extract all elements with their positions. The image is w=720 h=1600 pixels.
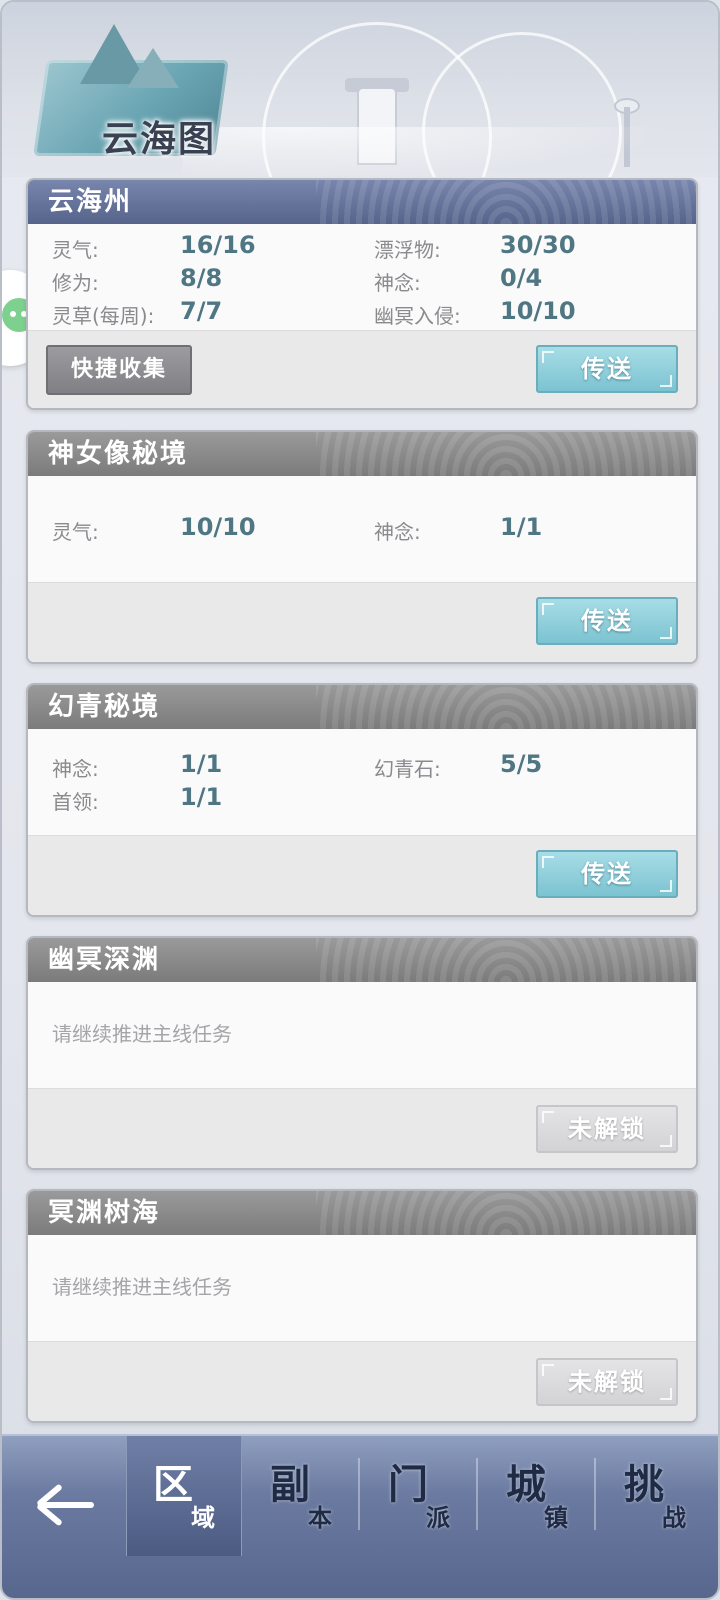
stat-value: 10/10 [500, 297, 576, 325]
nav-tab-challenge[interactable]: 挑 战 [598, 1436, 714, 1556]
corner-ornament [542, 351, 554, 363]
region-card-huanqing: 幻青秘境 神念: 1/1 幻青石: 5/5 首领: 1/1 传送 [26, 683, 698, 917]
stat-value: 16/16 [180, 231, 256, 259]
teleport-button[interactable]: 传送 [536, 345, 678, 393]
stat-value: 8/8 [180, 264, 223, 292]
card-footer: 未解锁 [28, 1341, 696, 1421]
nav-tab-sub-char: 镇 [544, 1503, 568, 1532]
locked-button[interactable]: 未解锁 [536, 1358, 678, 1406]
nav-tab-main-char: 城 [506, 1461, 546, 1508]
corner-ornament [542, 856, 554, 868]
stat-value: 1/1 [180, 750, 223, 778]
stat-label: 灵草(每周): [52, 304, 155, 328]
stat-label: 灵气: [52, 238, 99, 262]
card-body: 灵气: 16/16 漂浮物: 30/30 修为: 8/8 神念: 0/4 灵草(… [28, 224, 696, 330]
nav-divider [476, 1458, 478, 1530]
stat-label: 幽冥入侵: [374, 304, 461, 328]
corner-ornament [660, 1388, 672, 1400]
nav-tab-region[interactable]: 区 域 [126, 1436, 242, 1556]
page-title: 云海图 [102, 118, 217, 160]
stat-value: 1/1 [180, 783, 223, 811]
back-arrow-icon[interactable] [32, 1476, 102, 1536]
teleport-button-label: 传送 [581, 860, 633, 888]
nav-tab-sub-char: 域 [191, 1503, 215, 1532]
nav-tab-sub-char: 派 [426, 1503, 450, 1532]
nav-tab-main-char: 门 [388, 1461, 428, 1508]
nav-tab-main-char: 挑 [624, 1461, 664, 1508]
nav-tab-sub-char: 本 [308, 1503, 332, 1532]
card-footer: 未解锁 [28, 1088, 696, 1168]
locked-hint: 请继续推进主线任务 [52, 1022, 232, 1046]
teleport-button-label: 传送 [581, 607, 633, 635]
quick-collect-button[interactable]: 快捷收集 [46, 345, 192, 395]
card-title: 神女像秘境 [28, 432, 696, 476]
corner-ornament [660, 880, 672, 892]
stat-label: 幻青石: [374, 757, 441, 781]
locked-hint: 请继续推进主线任务 [52, 1275, 232, 1299]
card-title: 冥渊树海 [28, 1191, 696, 1235]
card-title: 幻青秘境 [28, 685, 696, 729]
stat-value: 30/30 [500, 231, 576, 259]
corner-ornament [542, 603, 554, 615]
region-map-page: 云海图 云海州 灵气: 16/16 漂浮物: 30/30 修为: 8/8 神念:… [0, 0, 720, 1600]
header-banner: 云海图 [2, 2, 718, 177]
stat-label: 神念: [374, 271, 421, 295]
stat-value: 0/4 [500, 264, 543, 292]
card-title: 幽冥深渊 [28, 938, 696, 982]
corner-ornament [542, 1111, 554, 1123]
cloud-decor [182, 127, 718, 177]
stat-value: 10/10 [180, 513, 256, 541]
bottom-nav: 区 域 副 本 门 派 城 镇 挑 战 [2, 1434, 718, 1598]
region-card-shennvxiang: 神女像秘境 灵气: 10/10 神念: 1/1 传送 [26, 430, 698, 664]
locked-button-label: 未解锁 [568, 1115, 646, 1143]
stat-label: 漂浮物: [374, 238, 441, 262]
nav-tab-sub-char: 战 [662, 1503, 686, 1532]
nav-divider [358, 1458, 360, 1530]
locked-button[interactable]: 未解锁 [536, 1105, 678, 1153]
region-card-mingyuanshuhai: 冥渊树海 请继续推进主线任务 未解锁 [26, 1189, 698, 1423]
nav-divider [594, 1458, 596, 1530]
stat-label: 神念: [52, 757, 99, 781]
stat-value: 5/5 [500, 750, 543, 778]
stat-label: 神念: [374, 520, 421, 544]
card-footer: 传送 [28, 582, 696, 662]
stat-value: 1/1 [500, 513, 543, 541]
teleport-button[interactable]: 传送 [536, 850, 678, 898]
card-footer: 快捷收集 传送 [28, 330, 696, 408]
corner-ornament [660, 627, 672, 639]
nav-tab-sect[interactable]: 门 派 [362, 1436, 478, 1556]
corner-ornament [660, 1135, 672, 1147]
corner-ornament [542, 1364, 554, 1376]
nav-tab-dungeon[interactable]: 副 本 [244, 1436, 360, 1556]
teleport-button[interactable]: 传送 [536, 597, 678, 645]
card-footer: 传送 [28, 835, 696, 915]
stat-value: 7/7 [180, 297, 223, 325]
card-title: 云海州 [28, 180, 696, 224]
nav-tab-main-char: 区 [153, 1461, 193, 1508]
locked-button-label: 未解锁 [568, 1368, 646, 1396]
stat-label: 修为: [52, 271, 99, 295]
corner-ornament [660, 375, 672, 387]
region-card-youmingshenyuan: 幽冥深渊 请继续推进主线任务 未解锁 [26, 936, 698, 1170]
region-card-yunhaizhou: 云海州 灵气: 16/16 漂浮物: 30/30 修为: 8/8 神念: 0/4… [26, 178, 698, 410]
card-body: 请继续推进主线任务 [28, 982, 696, 1088]
nav-tab-main-char: 副 [270, 1461, 310, 1508]
teleport-button-label: 传送 [581, 355, 633, 383]
stat-label: 首领: [52, 790, 99, 814]
card-body: 神念: 1/1 幻青石: 5/5 首领: 1/1 [28, 729, 696, 835]
stat-label: 灵气: [52, 520, 99, 544]
card-body: 请继续推进主线任务 [28, 1235, 696, 1341]
nav-tab-town[interactable]: 城 镇 [480, 1436, 596, 1556]
card-body: 灵气: 10/10 神念: 1/1 [28, 476, 696, 582]
